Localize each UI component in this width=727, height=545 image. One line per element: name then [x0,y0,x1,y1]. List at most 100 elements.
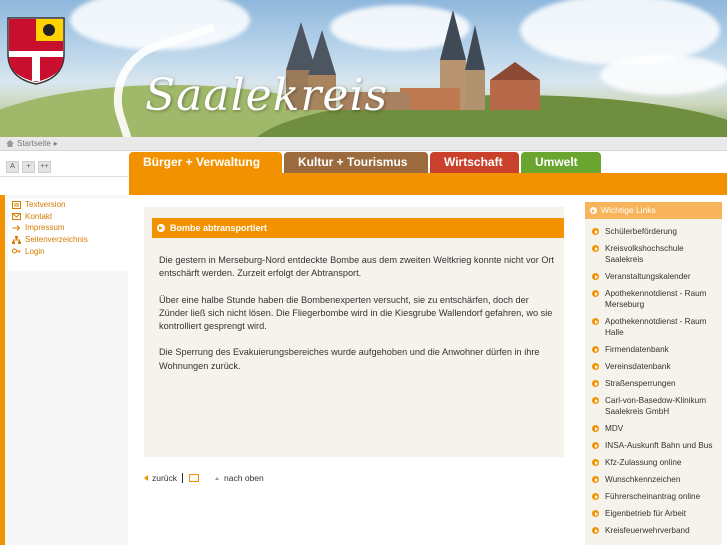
font-size-normal-button[interactable]: A [6,161,19,173]
important-link-label: Wunschkennzeichen [605,475,681,484]
important-link-label: Straßensperrungen [605,379,676,388]
breadcrumb-bar: Startseite ▸ [0,137,727,151]
bullet-arrow-icon [592,346,599,353]
bullet-arrow-icon [592,510,599,517]
important-links-list: Schülerbeförderung Kreisvolkshochschule Sa… [590,226,720,542]
important-link-item[interactable]: Führerscheinantrag online [590,491,720,502]
up-arrow-icon [215,476,220,480]
bullet-arrow-icon [592,245,599,252]
important-link-item[interactable]: Kreisfeuerwehrverband [590,525,720,536]
article-body: Die gestern in Merseburg-Nord entdeckte … [159,254,557,386]
bullet-arrow-icon [592,527,599,534]
important-link-label: Apothekennotdienst - Raum [605,317,707,326]
tab-umwelt[interactable]: Umwelt [521,152,601,173]
tab-wirtschaft[interactable]: Wirtschaft [430,152,519,173]
bullet-arrow-icon [590,207,597,214]
tab-kultur-tourismus[interactable]: Kultur + Tourismus [284,152,428,173]
bullet-arrow-icon [592,380,599,387]
important-link-item[interactable]: Wunschkennzeichen [590,474,720,485]
divider [0,176,128,177]
breadcrumb-separator: ▸ [53,139,58,148]
article-title: Bombe abtransportiert [170,223,268,233]
important-link-label: Vereinsdatenbank [605,362,671,371]
important-link-item[interactable]: Apothekennotdienst - Raum Halle [590,316,720,338]
important-link-label: INSA-Auskunft Bahn und Bus [605,441,713,450]
back-link[interactable]: zurück [152,473,177,483]
important-link-item[interactable]: Apothekennotdienst - Raum Merseburg [590,288,720,310]
tab-buerger-verwaltung[interactable]: Bürger + Verwaltung [129,152,282,173]
bullet-arrow-icon [592,228,599,235]
important-link-item[interactable]: Firmendatenbank [590,344,720,355]
bottom-nav: zurück nach oben [144,473,264,483]
menu-item-label: Kontakt [25,211,53,221]
bullet-arrow-icon [592,318,599,325]
bullet-arrow-icon [592,273,599,280]
important-link-label: Veranstaltungskalender [605,272,691,281]
important-links-heading: Wichtige Links [601,205,656,215]
service-menu: Textversion Kontakt Impressum Seitenverz… [8,199,128,271]
menu-item-label: Textversion [25,200,66,210]
important-link-item[interactable]: Straßensperrungen [590,378,720,389]
important-link-label: Kfz-Zulassung online [605,458,682,467]
important-link-label: Eigenbetrieb für Arbeit [605,509,687,518]
bullet-arrow-icon [592,397,599,404]
home-icon [6,140,14,147]
important-link-item[interactable]: Schülerbeförderung [590,226,720,237]
print-icon[interactable] [189,474,200,482]
menu-item-seitenverzeichnis[interactable]: Seitenverzeichnis [8,234,128,246]
important-link-label: MDV [605,424,624,433]
bullet-arrow-icon [592,476,599,483]
important-link-item[interactable]: Carl-von-Basedow-Klinikum Saalekreis GmbH [590,395,720,417]
important-link-label: Merseburg [605,300,645,309]
important-link-item[interactable]: Eigenbetrieb für Arbeit [590,508,720,519]
main-nav-tabs: Bürger + Verwaltung Kultur + Tourismus W… [129,152,601,173]
important-link-label: Kreisfeuerwehrverband [605,526,690,535]
important-link-label: Saalekreis GmbH [605,407,670,416]
important-link-item[interactable]: Kfz-Zulassung online [590,457,720,468]
important-link-label: Apothekennotdienst - Raum [605,289,707,298]
coat-of-arms-logo[interactable] [6,16,66,86]
menu-item-login[interactable]: Login [8,245,128,257]
important-links-heading-bar: Wichtige Links [585,202,722,219]
bullet-arrow-icon [592,363,599,370]
important-link-item[interactable]: INSA-Auskunft Bahn und Bus [590,440,720,451]
banner-title: Saalekreis [145,70,389,121]
important-link-item[interactable]: Veranstaltungskalender [590,271,720,282]
article-title-bar: Bombe abtransportiert [152,218,564,238]
key-icon [12,248,21,254]
font-size-larger-button[interactable]: + [22,161,35,173]
font-size-controls: A + ++ [6,161,51,173]
header-banner: Saalekreis [0,0,727,137]
bullet-arrow-icon [592,493,599,500]
menu-item-label: Seitenverzeichnis [25,235,88,245]
sitemap-icon [12,235,21,244]
important-link-label: Firmendatenbank [605,345,669,354]
important-link-label: Kreisvolkshochschule [605,244,684,253]
back-arrow-icon [144,475,148,481]
breadcrumb-home-link[interactable]: Startseite [17,139,51,148]
menu-item-label: Impressum [25,223,65,233]
important-link-label: Saalekreis [605,255,644,264]
divider [182,473,184,483]
bullet-arrow-icon [592,459,599,466]
bullet-arrow-icon [157,224,165,232]
text-version-icon [12,200,21,209]
font-size-largest-button[interactable]: ++ [38,161,51,173]
menu-item-textversion[interactable]: Textversion [8,199,128,211]
arrow-right-icon [12,225,21,231]
back-to-top-link[interactable]: nach oben [224,473,264,483]
important-link-item[interactable]: MDV [590,423,720,434]
important-link-label: Carl-von-Basedow-Klinikum [605,396,707,405]
bullet-arrow-icon [592,442,599,449]
menu-item-kontakt[interactable]: Kontakt [8,211,128,223]
important-link-label: Schülerbeförderung [605,227,677,236]
bullet-arrow-icon [592,425,599,432]
menu-item-label: Login [25,246,45,256]
important-link-item[interactable]: Kreisvolkshochschule Saalekreis [590,243,720,265]
menu-item-impressum[interactable]: Impressum [8,222,128,234]
article-paragraph: Die Sperrung des Evakuierungsbereiches w… [159,347,540,371]
important-link-item[interactable]: Vereinsdatenbank [590,361,720,372]
subnav-bar [129,173,727,195]
article-paragraph: Die gestern in Merseburg-Nord entdeckte … [159,255,555,279]
mail-icon [12,213,21,221]
